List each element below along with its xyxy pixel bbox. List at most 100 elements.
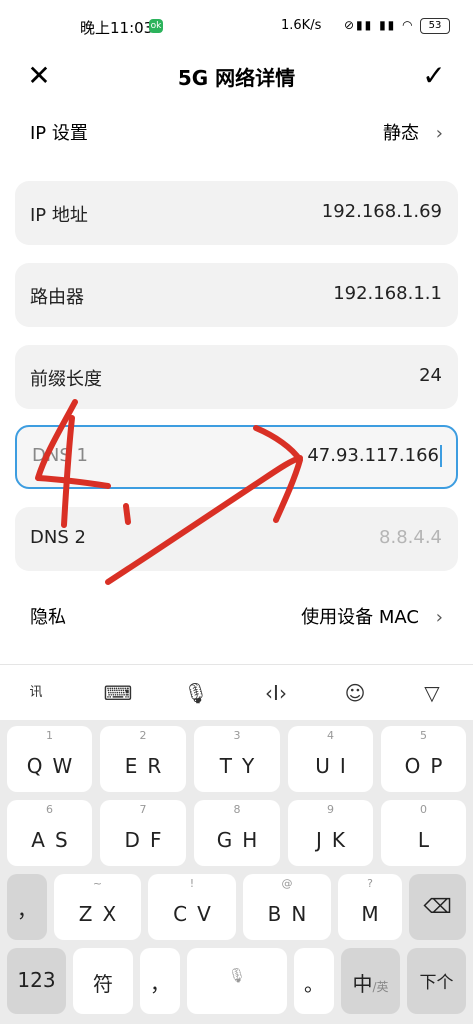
- microphone-icon[interactable]: 🎙: [178, 675, 214, 711]
- key-sub-label: !: [189, 877, 195, 890]
- key-sub-label: 2: [139, 729, 147, 742]
- ip-address-label: IP 地址: [30, 205, 88, 226]
- key-label: ZX: [78, 902, 127, 926]
- cursor-move-icon[interactable]: ‹I›: [258, 675, 294, 711]
- title-bar: ✕ 5G 网络详情 ✓: [0, 56, 473, 100]
- key-sub-label: 0: [420, 803, 427, 816]
- key-sub-label: 5: [420, 729, 427, 742]
- router-field[interactable]: 路由器 192.168.1.1: [15, 263, 458, 327]
- key-label: AS: [31, 828, 78, 852]
- status-time: 晚上11:03: [80, 19, 154, 37]
- prefix-length-value: 24: [419, 365, 442, 386]
- chevron-right-icon: ›: [435, 123, 443, 144]
- router-label: 路由器: [30, 287, 84, 308]
- dns1-value[interactable]: 47.93.117.166: [307, 445, 442, 467]
- prefix-length-label: 前缀长度: [30, 369, 102, 390]
- key-m[interactable]: ? M: [338, 874, 402, 940]
- privacy-row[interactable]: 隐私 使用设备 MAC ›: [30, 600, 443, 636]
- ip-address-value: 192.168.1.69: [321, 201, 442, 222]
- key-cv[interactable]: ! CV: [148, 874, 236, 940]
- key-label: 。: [304, 972, 324, 996]
- key-ui[interactable]: 4 UI: [288, 726, 373, 792]
- key-jk[interactable]: 9 JK: [288, 800, 373, 866]
- privacy-label: 隐私: [30, 607, 66, 628]
- key-label: L: [417, 828, 440, 852]
- router-value: 192.168.1.1: [333, 283, 442, 304]
- keyboard-icon[interactable]: ⌨: [100, 675, 136, 711]
- key-sub-label: 6: [46, 803, 53, 816]
- ip-settings-label: IP 设置: [30, 123, 88, 144]
- key-label: QW: [26, 754, 83, 778]
- key-label: GH: [216, 828, 268, 852]
- key-gh[interactable]: 8 GH: [194, 800, 280, 866]
- key-label: ，: [150, 972, 170, 996]
- key-er[interactable]: 2 ER: [100, 726, 186, 792]
- key-qw[interactable]: 1 QW: [7, 726, 92, 792]
- key-df[interactable]: 7 DF: [100, 800, 186, 866]
- dns2-label: DNS 2: [30, 527, 86, 548]
- ip-address-field[interactable]: IP 地址 192.168.1.69: [15, 181, 458, 245]
- key-sub-label: 4: [327, 729, 334, 742]
- space-key[interactable]: 🎙: [187, 948, 287, 1014]
- key-label: 符: [93, 972, 113, 996]
- lang-alt-label: /英: [372, 980, 389, 994]
- dns2-field[interactable]: DNS 2 8.8.4.4: [15, 507, 458, 571]
- key-sub-label: 8: [233, 803, 241, 816]
- key-123[interactable]: 123: [7, 948, 66, 1014]
- key-label: ER: [124, 754, 172, 778]
- key-sub-label: 1: [46, 729, 53, 742]
- key-label: BN: [267, 902, 317, 926]
- dns2-value: 8.8.4.4: [379, 527, 442, 548]
- key-ty[interactable]: 3 TY: [194, 726, 280, 792]
- space-mic-icon: 🎙: [228, 968, 246, 984]
- key-bn[interactable]: @ BN: [243, 874, 331, 940]
- hide-keyboard-icon[interactable]: ▽: [414, 675, 450, 711]
- key-period[interactable]: 。: [294, 948, 334, 1014]
- key-op[interactable]: 5 OP: [381, 726, 466, 792]
- battery-icon: 53: [420, 18, 450, 34]
- privacy-value: 使用设备 MAC: [301, 607, 419, 628]
- confirm-check-icon[interactable]: ✓: [416, 58, 452, 94]
- key-sub-label: 3: [233, 729, 241, 742]
- dns1-label: DNS 1: [32, 445, 88, 466]
- ime-logo-icon[interactable]: 讯: [18, 675, 54, 711]
- page-title: 5G 网络详情: [177, 66, 296, 90]
- key-symbol[interactable]: 符: [73, 948, 133, 1014]
- next-key[interactable]: 下个: [407, 948, 466, 1014]
- key-sub-label: ?: [367, 877, 373, 890]
- backspace-icon: ⌫: [423, 894, 452, 918]
- ip-settings-row[interactable]: IP 设置 静态 ›: [30, 116, 443, 152]
- signal-wifi-icons: ⊘▮▮ ▮▮ ◠: [344, 18, 415, 32]
- key-label: 下个: [419, 973, 454, 993]
- key-label: JK: [315, 828, 355, 852]
- key-comma-side[interactable]: ，: [7, 874, 47, 940]
- keyboard-toolbar: 讯 ⌨ 🎙 ‹I› ☺ ▽: [0, 664, 473, 721]
- key-sub-label: 9: [327, 803, 334, 816]
- key-label: TY: [219, 754, 265, 778]
- key-label: OP: [404, 754, 453, 778]
- key-label: DF: [124, 828, 172, 852]
- key-label: ，: [17, 898, 37, 922]
- key-as[interactable]: 6 AS: [7, 800, 92, 866]
- ip-settings-value: 静态: [383, 123, 419, 144]
- emoji-icon[interactable]: ☺: [337, 675, 373, 711]
- key-sub-label: 7: [139, 803, 147, 816]
- lang-main-label: 中: [352, 972, 373, 996]
- key-label: CV: [173, 902, 221, 926]
- key-comma[interactable]: ，: [140, 948, 180, 1014]
- network-speed: 1.6K/s: [281, 18, 322, 33]
- key-label: UI: [315, 754, 356, 778]
- key-label: M: [361, 902, 389, 926]
- text-caret: [440, 445, 442, 467]
- key-l[interactable]: 0L: [381, 800, 466, 866]
- key-sub-label: ~: [92, 877, 103, 890]
- backspace-key[interactable]: ⌫: [409, 874, 466, 940]
- prefix-length-field[interactable]: 前缀长度 24: [15, 345, 458, 409]
- dns1-field[interactable]: DNS 1 47.93.117.166: [15, 425, 458, 489]
- key-sub-label: @: [281, 877, 293, 890]
- keyboard: 1 QW 2 ER 3 TY 4 UI 5 OP 6 AS 7 DF 8 GH 9 JK 0L ，…: [0, 720, 473, 1024]
- key-zx[interactable]: ~ ZX: [54, 874, 141, 940]
- app-notification-icon: ok: [149, 19, 163, 33]
- status-bar: 晚上11:03 ok 1.6K/s ⊘▮▮ ▮▮ ◠ 53: [0, 0, 473, 56]
- language-toggle-key[interactable]: 中/英: [341, 948, 400, 1014]
